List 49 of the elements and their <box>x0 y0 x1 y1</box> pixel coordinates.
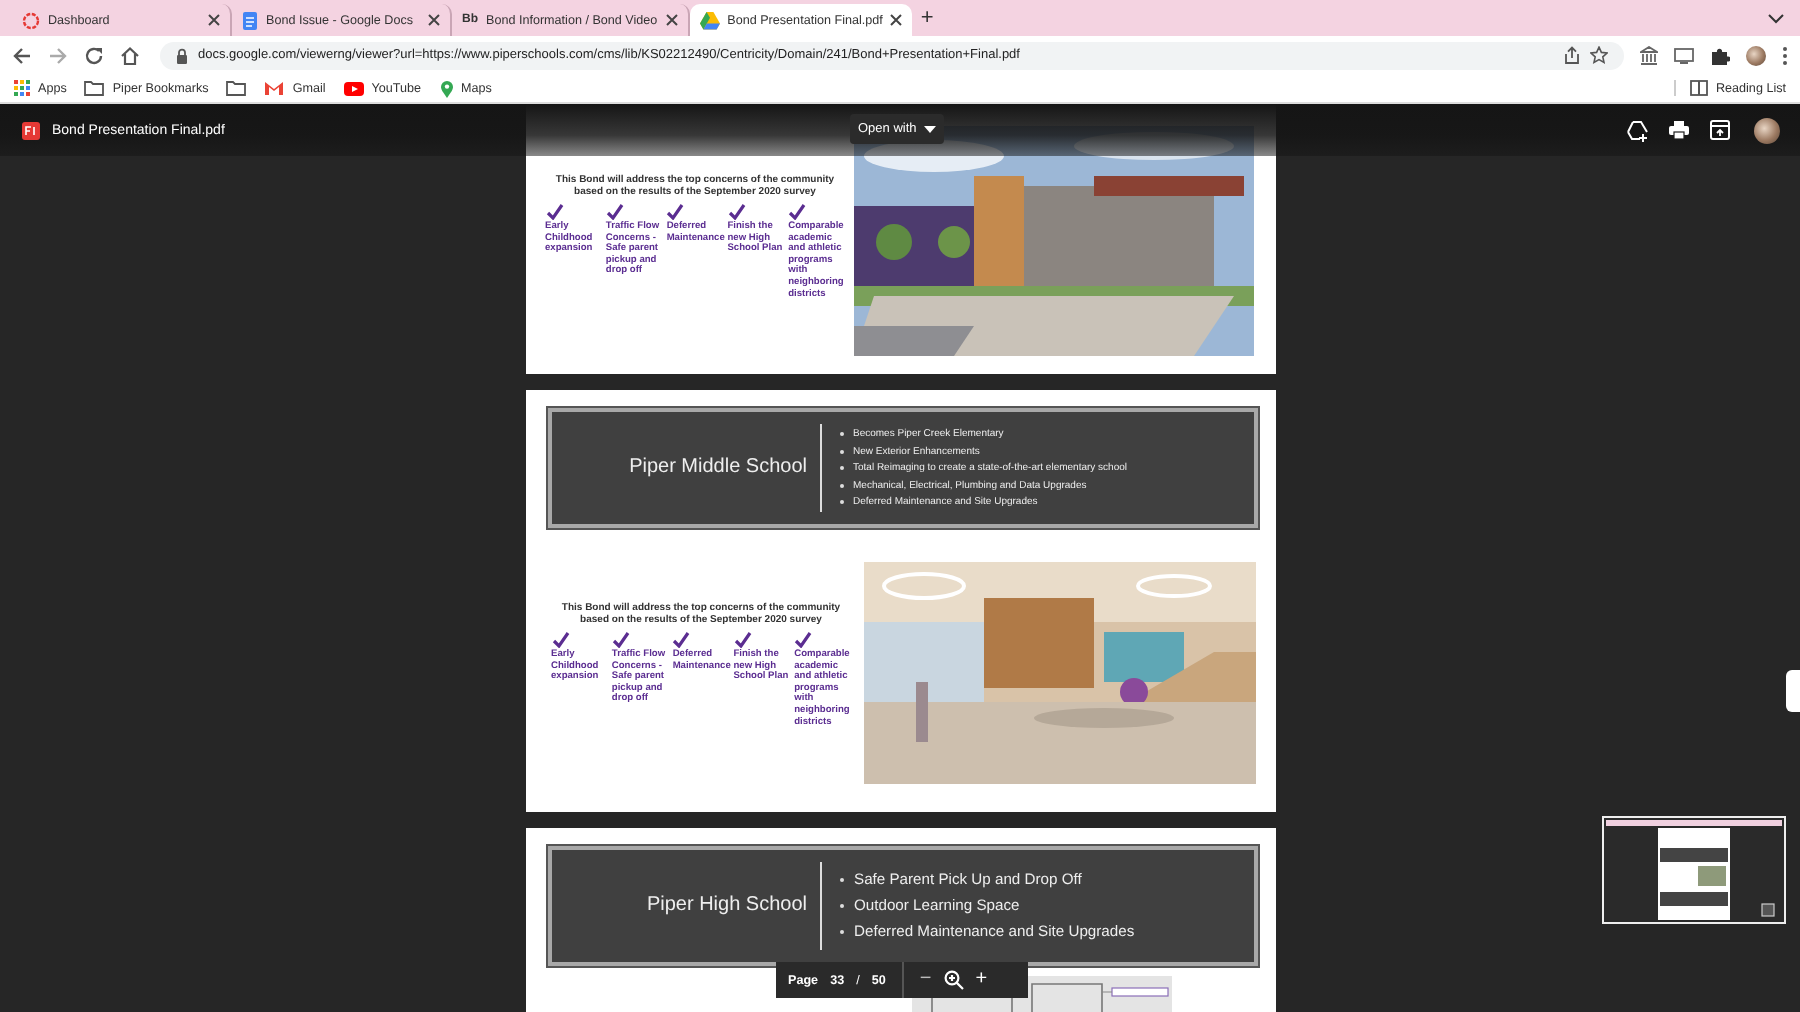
print-icon[interactable] <box>1668 120 1690 140</box>
home-icon[interactable] <box>120 45 140 65</box>
profile-avatar[interactable] <box>1746 45 1766 65</box>
share-icon[interactable] <box>1564 46 1580 64</box>
more-menu-icon[interactable] <box>1782 45 1788 65</box>
checkmark-icon <box>794 632 813 648</box>
checkmark-icon <box>672 632 691 648</box>
reload-icon[interactable] <box>84 45 104 65</box>
lock-icon <box>176 47 188 63</box>
slide-title: Piper High School <box>551 862 821 950</box>
envelope-icon <box>264 80 285 96</box>
chevron-down-icon[interactable] <box>1768 14 1784 24</box>
triangle-logo-icon <box>699 11 720 29</box>
checkmark-icon <box>727 204 746 220</box>
zoom-icon[interactable] <box>943 970 964 990</box>
open-in-window-icon[interactable] <box>1710 120 1730 140</box>
profile-avatar[interactable] <box>1754 117 1780 143</box>
play-button-icon <box>343 81 364 95</box>
caret-icon <box>924 125 937 133</box>
checkmark-icon <box>788 204 807 220</box>
slide-title: Piper Middle School <box>551 424 821 512</box>
back-arrow-icon[interactable] <box>12 45 32 65</box>
puzzle-piece-icon[interactable] <box>1710 45 1730 65</box>
folder-icon <box>84 80 105 96</box>
close-icon[interactable] <box>665 14 678 26</box>
grid-icon <box>14 80 30 96</box>
zoom-out-button[interactable]: − <box>919 968 932 992</box>
close-icon[interactable] <box>428 14 440 26</box>
folder-icon[interactable] <box>226 80 247 96</box>
pdf-file-icon <box>22 121 40 139</box>
checkmark-icon <box>666 204 685 220</box>
map-pin-icon <box>439 79 454 97</box>
checkmark-icon <box>551 632 569 648</box>
bank-icon[interactable] <box>1640 45 1658 65</box>
document-icon <box>242 11 258 29</box>
ring-icon <box>22 11 40 29</box>
zoom-in-button[interactable]: + <box>975 968 988 992</box>
star-icon[interactable] <box>1590 46 1608 64</box>
close-icon[interactable] <box>890 14 903 26</box>
scrollbar-thumb[interactable] <box>1786 670 1800 712</box>
book-icon <box>1689 80 1708 96</box>
window-icon[interactable] <box>1674 47 1694 63</box>
checkmark-icon <box>611 632 630 648</box>
add-to-drive-icon[interactable] <box>1626 119 1648 141</box>
checkmark-icon <box>545 204 563 220</box>
checkmark-icon <box>733 632 752 648</box>
close-icon[interactable] <box>208 14 220 26</box>
new-tab-button[interactable]: + <box>920 4 934 32</box>
checkmark-icon <box>605 204 624 220</box>
